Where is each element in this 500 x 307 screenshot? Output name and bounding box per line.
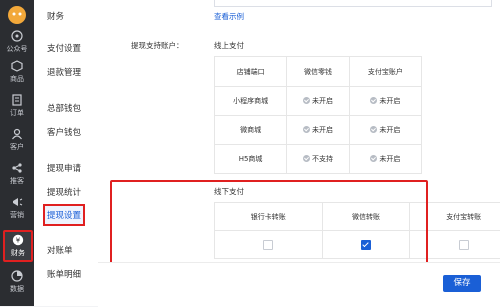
subnav-title: 财务 — [47, 10, 64, 22]
table-row: 小程序商城 未开启 未开启 — [215, 87, 422, 116]
subnav-item-refund-management[interactable]: 退款管理 — [47, 66, 81, 78]
rail-item-label: 营销 — [10, 211, 24, 219]
pie-chart-icon — [11, 270, 23, 282]
check-circle-icon — [303, 126, 310, 133]
main-nav-rail: 公众号 商品 订单 客户 推客 营销 ¥ 财务 数据 — [0, 0, 34, 306]
rail-item-customers[interactable]: 客户 — [0, 128, 34, 152]
rail-item-label: 数据 — [10, 285, 24, 293]
order-icon — [11, 94, 23, 106]
share-icon — [11, 162, 23, 174]
example-textarea[interactable] — [214, 0, 492, 7]
port-name: H5商城 — [215, 145, 287, 174]
status-cell: 未开启 — [349, 87, 421, 116]
subnav-item-hq-wallet[interactable]: 总部钱包 — [47, 102, 81, 114]
check-circle-icon — [370, 126, 377, 133]
table-header: 支付宝账户 — [349, 57, 421, 87]
status-text: 未开启 — [379, 125, 400, 135]
withdraw-accounts-label: 提现支持账户： — [131, 40, 184, 51]
save-button[interactable]: 保存 — [443, 275, 481, 292]
status-cell: 未开启 — [287, 87, 350, 116]
online-payment-table: 店铺端口 微信零钱 支付宝账户 小程序商城 未开启 未开启 微商城 未开启 未开… — [214, 56, 422, 174]
subnav-item-payment-settings[interactable]: 支付设置 — [47, 42, 81, 54]
table-row: 微商城 未开启 未开启 — [215, 116, 422, 145]
subnav-item-withdraw-request[interactable]: 提现申请 — [47, 162, 81, 174]
rail-item-label: 商品 — [10, 75, 24, 83]
check-circle-icon — [303, 97, 310, 104]
rail-item-finance[interactable]: ¥ 财务 — [3, 230, 33, 262]
rail-item-promoters[interactable]: 推客 — [0, 162, 34, 186]
status-text: 未开启 — [379, 154, 400, 164]
rail-item-orders[interactable]: 订单 — [0, 94, 34, 118]
status-text: 未开启 — [312, 125, 333, 135]
footer-bar — [98, 262, 500, 307]
view-example-link[interactable]: 查看示例 — [214, 11, 244, 22]
rail-item-products[interactable]: 商品 — [0, 60, 34, 84]
status-cell: 未开启 — [349, 116, 421, 145]
status-text: 不支持 — [312, 154, 333, 164]
rail-item-label: 订单 — [10, 109, 24, 117]
online-payment-title: 线上支付 — [214, 40, 244, 51]
status-text: 未开启 — [312, 96, 333, 106]
box-icon — [11, 60, 23, 72]
check-circle-icon — [370, 97, 377, 104]
status-cell: 未开启 — [349, 145, 421, 174]
port-name: 微商城 — [215, 116, 287, 145]
rail-item-marketing[interactable]: 营销 — [0, 196, 34, 220]
status-cell: 不支持 — [287, 145, 350, 174]
check-circle-icon — [370, 155, 377, 162]
rail-item-data[interactable]: 数据 — [0, 270, 34, 294]
user-icon — [11, 128, 23, 140]
yen-icon: ¥ — [12, 234, 24, 246]
rail-item-official-account[interactable]: 公众号 — [0, 30, 34, 54]
subnav-item-withdraw-stats[interactable]: 提现统计 — [47, 186, 81, 198]
finance-subnav: 财务 支付设置 退款管理 总部钱包 客户钱包 提现申请 提现统计 提现设置 对账… — [34, 0, 99, 306]
alipay-transfer-checkbox[interactable] — [459, 240, 469, 250]
megaphone-icon — [11, 196, 23, 208]
status-cell: 未开启 — [287, 116, 350, 145]
port-name: 小程序商城 — [215, 87, 287, 116]
subnav-item-withdraw-settings[interactable]: 提现设置 — [43, 204, 85, 226]
svg-text:¥: ¥ — [16, 237, 21, 245]
wechat-icon — [11, 30, 23, 42]
table-header: 店铺端口 — [215, 57, 287, 87]
rail-item-label: 客户 — [10, 143, 24, 151]
table-row: H5商城 不支持 未开启 — [215, 145, 422, 174]
status-text: 未开启 — [379, 96, 400, 106]
check-circle-icon — [303, 155, 310, 162]
rail-item-label: 财务 — [11, 249, 25, 257]
subnav-item-statement[interactable]: 对账单 — [47, 244, 73, 256]
logo-icon — [5, 4, 29, 26]
subnav-item-customer-wallet[interactable]: 客户钱包 — [47, 126, 81, 138]
table-header: 微信零钱 — [287, 57, 350, 87]
rail-item-label: 公众号 — [7, 45, 28, 53]
rail-item-label: 推客 — [10, 177, 24, 185]
subnav-item-bill-details[interactable]: 账单明细 — [47, 268, 81, 280]
